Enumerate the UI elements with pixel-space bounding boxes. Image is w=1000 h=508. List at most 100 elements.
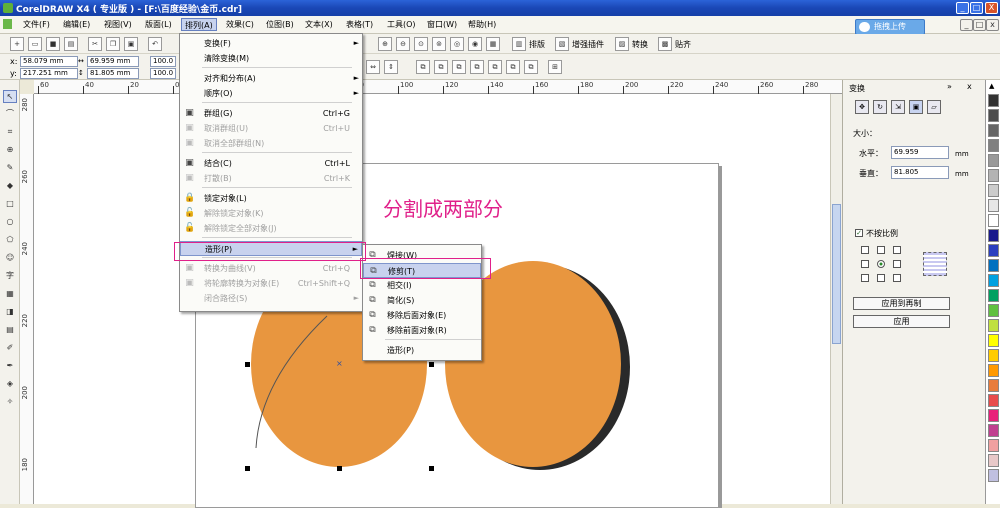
shaping-op-icon: ⧉ [369, 310, 376, 320]
anchor-tl[interactable] [861, 246, 869, 254]
nonproportional-checkbox[interactable]: ✓ [855, 229, 863, 237]
color-swatch[interactable] [988, 364, 999, 377]
color-swatch[interactable] [988, 289, 999, 302]
arrange-menu-item[interactable]: 对齐和分布(A) ► [180, 71, 362, 86]
selection-handle[interactable] [245, 466, 250, 471]
color-swatch[interactable] [988, 274, 999, 287]
docker-collapse-icon[interactable]: » [947, 82, 952, 91]
color-swatch[interactable] [988, 214, 999, 227]
color-swatch[interactable] [988, 169, 999, 182]
horizontal-size-field[interactable]: 69.959 [891, 146, 949, 159]
color-swatch[interactable] [988, 94, 999, 107]
menu-item-label: 转换为曲线(V) [204, 264, 256, 273]
menu-item-label: 结合(C) [204, 159, 232, 168]
shaping-menu-item[interactable]: ⧉ 简化(S) [363, 293, 481, 308]
vertical-size-field[interactable]: 81.805 [891, 166, 949, 179]
menu-item-label: 简化(S) [387, 296, 415, 305]
highlight-trim-item [360, 258, 491, 279]
color-swatch[interactable] [988, 394, 999, 407]
arrange-menu-item[interactable]: ▣ 群组(G) Ctrl+G [180, 106, 362, 121]
group-icon: ▣ [185, 108, 194, 118]
arrange-menu-item[interactable]: 顺序(O) ► [180, 86, 362, 101]
color-swatch[interactable] [988, 424, 999, 437]
color-swatch[interactable] [988, 184, 999, 197]
menu-item-shortcut: Ctrl+K [323, 174, 350, 183]
selection-handle[interactable] [429, 466, 434, 471]
color-swatch[interactable] [988, 409, 999, 422]
arrange-menu-item[interactable]: ▣ 结合(C) Ctrl+L [180, 156, 362, 171]
menu-item-label: 闭合路径(S) [204, 294, 248, 303]
horizontal-label: 水平： [859, 149, 883, 158]
selection-handle[interactable] [337, 466, 342, 471]
shaping-menu-item[interactable]: 造形(P) [363, 343, 481, 358]
arrange-menu-item: 🔓 解除锁定全部对象(J) [180, 221, 362, 236]
color-swatch[interactable] [988, 259, 999, 272]
menu-separator [202, 102, 352, 103]
scale-mode-icon[interactable]: ⇲ [891, 100, 905, 114]
menu-item-shortcut: Ctrl+G [322, 109, 350, 118]
arrange-menu-item: ▣ 打散(B) Ctrl+K [180, 171, 362, 186]
arrange-menu-item[interactable]: 清除变换(M) [180, 51, 362, 66]
menu-item-shortcut: Ctrl+L [324, 159, 350, 168]
menu-separator [385, 339, 481, 340]
color-swatch[interactable] [988, 244, 999, 257]
anchor-center[interactable] [877, 260, 885, 268]
rotate-mode-icon[interactable]: ↻ [873, 100, 887, 114]
color-swatch[interactable] [988, 139, 999, 152]
lock-icon: 🔒 [184, 193, 196, 203]
color-swatch[interactable] [988, 454, 999, 467]
curve-icon: ▣ [185, 263, 194, 273]
anchor-tc[interactable] [877, 246, 885, 254]
menu-item-label: 锁定对象(L) [204, 194, 247, 203]
anchor-mr[interactable] [893, 260, 901, 268]
anchor-br[interactable] [893, 274, 901, 282]
shaping-menu-item[interactable]: ⧉ 相交(I) [363, 278, 481, 293]
menu-item-shortcut: Ctrl+Shift+Q [297, 279, 350, 288]
menu-item-label: 群组(G) [204, 109, 233, 118]
skew-mode-icon[interactable]: ▱ [927, 100, 941, 114]
ungroup-all-icon: ▣ [185, 138, 194, 148]
apply-button[interactable]: 应用 [853, 315, 950, 328]
size-mode-icon[interactable]: ▣ [909, 100, 923, 114]
menu-item-label: 将轮廓转换为对象(E) [204, 279, 280, 288]
color-swatch[interactable] [988, 124, 999, 137]
menu-item-shortcut: Ctrl+Q [322, 264, 350, 273]
color-swatch[interactable] [988, 229, 999, 242]
color-swatch[interactable] [988, 349, 999, 362]
submenu-arrow-icon: ► [353, 74, 359, 82]
color-swatch[interactable] [988, 469, 999, 482]
color-swatch[interactable] [988, 379, 999, 392]
color-swatch[interactable] [988, 304, 999, 317]
combine-icon: ▣ [185, 158, 194, 168]
apply-to-duplicate-button[interactable]: 应用到再制 [853, 297, 950, 310]
cross-center: × [336, 359, 343, 368]
selection-handle[interactable] [429, 362, 434, 367]
menu-item-shortcut: Ctrl+U [323, 124, 350, 133]
color-swatch[interactable] [988, 319, 999, 332]
arrange-menu-item[interactable]: 变换(F) ► [180, 36, 362, 51]
canvas-heading: 分割成两部分 [383, 197, 503, 221]
arrange-menu-item[interactable]: 🔒 锁定对象(L) [180, 191, 362, 206]
anchor-bc[interactable] [877, 274, 885, 282]
scroll-thumb[interactable] [832, 204, 841, 344]
anchor-bl[interactable] [861, 274, 869, 282]
anchor-ml[interactable] [861, 260, 869, 268]
color-swatch[interactable] [988, 199, 999, 212]
size-label: 大小： [853, 129, 877, 138]
palette-scroll-up-icon[interactable]: ▲ [989, 82, 994, 90]
shaping-menu-item[interactable]: ⧉ 移除前面对象(R) [363, 323, 481, 338]
position-mode-icon[interactable]: ✥ [855, 100, 869, 114]
color-swatch[interactable] [988, 109, 999, 122]
selection-handle[interactable] [245, 362, 250, 367]
anchor-tr[interactable] [893, 246, 901, 254]
shaping-menu-item[interactable]: ⧉ 移除后面对象(E) [363, 308, 481, 323]
menu-item-label: 清除变换(M) [204, 54, 250, 63]
color-swatch[interactable] [988, 154, 999, 167]
docker-close-icon[interactable]: x [967, 82, 972, 91]
docker-tab-title: 变换 [849, 84, 865, 93]
color-swatch[interactable] [988, 334, 999, 347]
menu-item-label: 移除前面对象(R) [387, 326, 447, 335]
color-swatch[interactable] [988, 439, 999, 452]
submenu-arrow-icon: ► [353, 39, 359, 47]
vertical-scrollbar[interactable] [830, 94, 842, 504]
